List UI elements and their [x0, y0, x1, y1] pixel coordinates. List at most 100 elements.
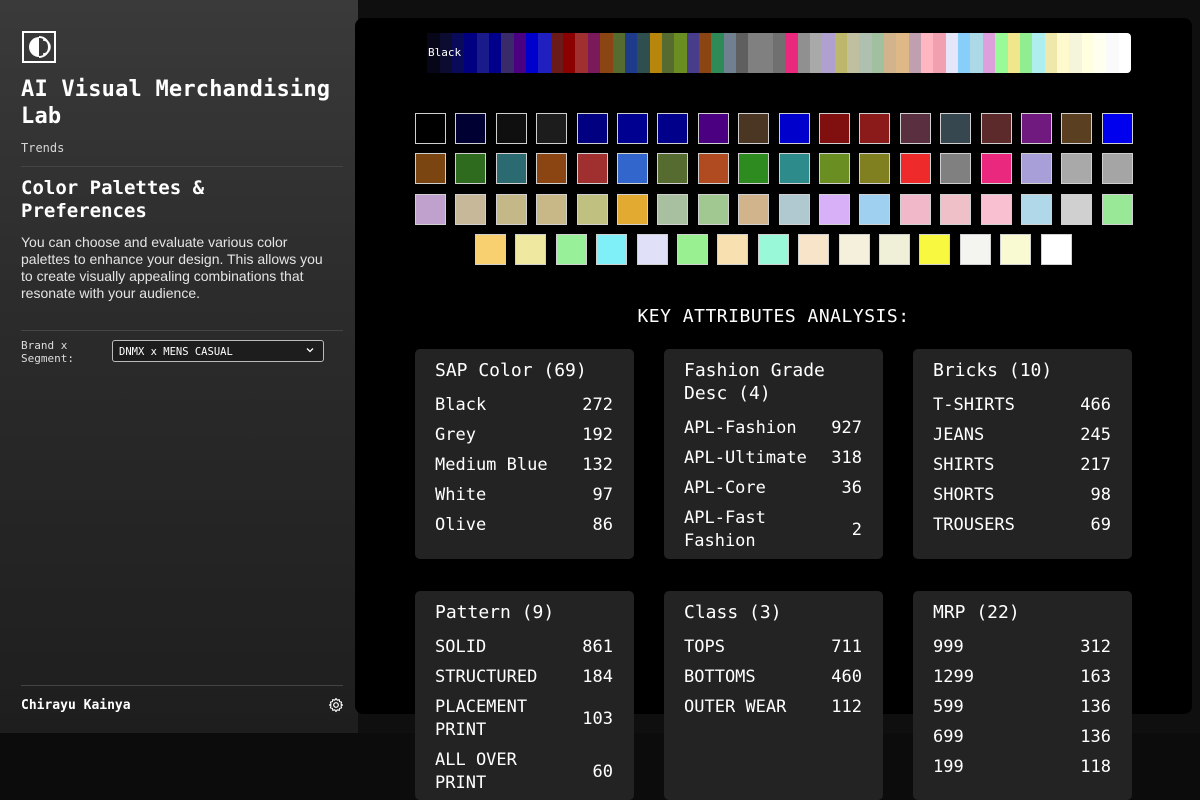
gradient-segment[interactable]	[1019, 33, 1033, 73]
color-swatch[interactable]	[838, 234, 870, 265]
gradient-segment[interactable]	[834, 33, 848, 73]
gradient-segment[interactable]	[859, 33, 872, 73]
gradient-segment[interactable]	[945, 33, 959, 73]
gradient-segment[interactable]	[600, 33, 613, 73]
color-swatch[interactable]	[859, 153, 891, 184]
color-swatch[interactable]	[657, 113, 689, 144]
color-swatch[interactable]	[940, 113, 972, 144]
gradient-segment[interactable]	[501, 33, 514, 73]
breadcrumb[interactable]: Trends	[21, 141, 64, 155]
gradient-segment[interactable]	[933, 33, 946, 73]
color-swatch[interactable]	[899, 194, 931, 225]
gradient-segment[interactable]	[1081, 33, 1094, 73]
gradient-segment[interactable]	[464, 33, 477, 73]
color-swatch[interactable]	[738, 194, 770, 225]
gradient-segment[interactable]	[698, 33, 712, 73]
color-swatch[interactable]	[596, 234, 628, 265]
color-swatch[interactable]	[576, 153, 608, 184]
color-swatch[interactable]	[899, 113, 931, 144]
gradient-segment[interactable]	[760, 33, 773, 73]
color-swatch[interactable]	[859, 194, 891, 225]
color-swatch[interactable]	[738, 113, 770, 144]
color-swatch[interactable]	[697, 113, 729, 144]
color-swatch[interactable]	[555, 234, 587, 265]
gradient-segment[interactable]	[526, 33, 539, 73]
gradient-segment[interactable]	[921, 33, 934, 73]
color-swatch[interactable]	[697, 153, 729, 184]
gradient-segment[interactable]	[1093, 33, 1107, 73]
color-swatch[interactable]	[1021, 113, 1052, 144]
color-swatch[interactable]	[657, 194, 689, 225]
color-swatch[interactable]	[899, 153, 931, 184]
gradient-segment[interactable]	[661, 33, 675, 73]
color-swatch[interactable]	[576, 194, 608, 225]
color-swatch[interactable]	[1061, 194, 1093, 225]
gradient-segment[interactable]	[1032, 33, 1045, 73]
gradient-segment[interactable]	[649, 33, 662, 73]
color-swatch[interactable]	[1101, 153, 1133, 184]
color-swatch[interactable]	[415, 194, 446, 225]
gradient-segment[interactable]	[822, 33, 835, 73]
gradient-segment[interactable]	[550, 33, 564, 73]
color-swatch[interactable]	[1061, 153, 1093, 184]
color-swatch[interactable]	[940, 153, 972, 184]
gradient-segment[interactable]	[735, 33, 749, 73]
color-swatch[interactable]	[495, 153, 527, 184]
color-swatch[interactable]	[475, 234, 506, 265]
color-swatch[interactable]	[536, 194, 568, 225]
color-swatch[interactable]	[495, 113, 527, 144]
color-swatch[interactable]	[515, 234, 547, 265]
gradient-segment[interactable]	[785, 33, 798, 73]
color-swatch[interactable]	[980, 113, 1012, 144]
color-swatch[interactable]	[717, 234, 749, 265]
gradient-segment[interactable]	[1044, 33, 1057, 73]
gradient-segment[interactable]	[810, 33, 823, 73]
gradient-segment[interactable]	[884, 33, 897, 73]
gradient-segment[interactable]	[871, 33, 885, 73]
gradient-segment[interactable]	[489, 33, 502, 73]
gradient-segment[interactable]	[612, 33, 625, 73]
color-swatch[interactable]	[1061, 113, 1093, 144]
color-swatch[interactable]	[415, 113, 446, 144]
gradient-segment[interactable]	[970, 33, 983, 73]
color-swatch[interactable]	[576, 113, 608, 144]
gradient-segment[interactable]	[847, 33, 860, 73]
color-swatch[interactable]	[1000, 234, 1032, 265]
gradient-segment[interactable]	[1118, 33, 1131, 73]
gradient-segment[interactable]	[772, 33, 786, 73]
color-swatch[interactable]	[455, 153, 487, 184]
color-swatch[interactable]	[778, 194, 810, 225]
color-swatch[interactable]	[677, 234, 708, 265]
color-swatch[interactable]	[1021, 153, 1052, 184]
color-swatch[interactable]	[536, 153, 568, 184]
color-swatch[interactable]	[980, 153, 1012, 184]
color-swatch[interactable]	[536, 113, 568, 144]
color-swatch[interactable]	[1101, 194, 1133, 225]
color-swatch[interactable]	[859, 113, 891, 144]
color-swatch[interactable]	[617, 153, 648, 184]
color-swatch[interactable]	[657, 153, 689, 184]
gradient-segment[interactable]	[982, 33, 996, 73]
gradient-segment[interactable]	[415, 33, 428, 73]
color-swatch[interactable]	[617, 194, 648, 225]
color-swatch[interactable]	[919, 234, 951, 265]
gradient-segment[interactable]	[1007, 33, 1020, 73]
color-swatch[interactable]	[1021, 194, 1052, 225]
color-swatch[interactable]	[455, 113, 487, 144]
brand-segment-select[interactable]: DNMX x MENS CASUAL	[112, 340, 324, 362]
gradient-segment[interactable]	[575, 33, 588, 73]
gear-icon[interactable]	[328, 697, 344, 713]
color-swatch[interactable]	[819, 113, 850, 144]
color-swatch[interactable]	[415, 153, 446, 184]
gradient-segment[interactable]	[674, 33, 687, 73]
color-swatch[interactable]	[879, 234, 910, 265]
gradient-segment[interactable]	[1056, 33, 1070, 73]
gradient-segment[interactable]	[908, 33, 922, 73]
color-swatch[interactable]	[778, 113, 810, 144]
color-swatch[interactable]	[495, 194, 527, 225]
gradient-segment[interactable]	[637, 33, 650, 73]
gradient-segment[interactable]	[563, 33, 576, 73]
color-swatch[interactable]	[778, 153, 810, 184]
color-swatch[interactable]	[636, 234, 668, 265]
color-swatch[interactable]	[798, 234, 830, 265]
